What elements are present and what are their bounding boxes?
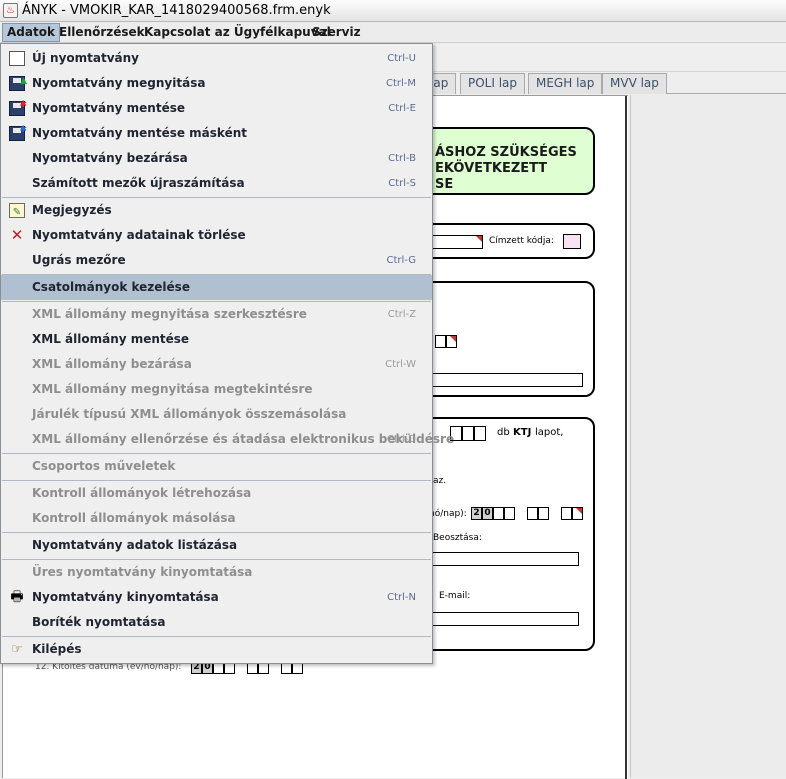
menu-bar: Adatok Ellenőrzések Kapcsolat az Ügyfélk… xyxy=(0,22,786,43)
tab-mvv-lap[interactable]: MVV lap xyxy=(602,73,667,94)
exit-hand-icon: ☞ xyxy=(11,642,23,657)
menu-item-open-form[interactable]: ▲ Nyomtatvány megnyitása Ctrl-M xyxy=(1,71,432,96)
position-field[interactable] xyxy=(425,552,579,566)
menu-item-close-form[interactable]: Nyomtatvány bezárása Ctrl-B xyxy=(1,146,432,171)
java-app-icon: ♨ xyxy=(3,3,18,18)
title-bar: ♨ ÁNYK - VMOKIR_KAR_1418029400568.frm.en… xyxy=(0,0,786,22)
menu-item-xml-check-submit[interactable]: XML állomány ellenőrzése és átadása elek… xyxy=(1,427,454,452)
menu-kapcsolat-ugyfelkapu[interactable]: Kapcsolat az Ügyfélkapuval xyxy=(140,23,335,42)
header-line-3: SE xyxy=(435,177,454,192)
menu-ellenorzesek[interactable]: Ellenőrzések xyxy=(55,23,149,42)
menu-item-exit[interactable]: ☞ Kilépés xyxy=(1,637,432,662)
menu-adatok[interactable]: Adatok xyxy=(2,23,60,42)
date-digit-cell[interactable]: 2 xyxy=(471,507,482,520)
menu-item-xml-save[interactable]: XML állomány mentése xyxy=(1,327,432,352)
delete-x-icon: ✕ xyxy=(10,226,24,244)
save-floppy-icon: ✱ xyxy=(9,100,27,116)
menu-item-print-form[interactable]: 🖶 Nyomtatvány kinyomtatása Ctrl-N xyxy=(1,585,432,610)
adatok-dropdown-menu: Új nyomtatvány Ctrl-U ▲ Nyomtatvány megn… xyxy=(0,43,454,664)
recipient-code-label: Címzett kódja: xyxy=(489,236,554,246)
menu-item-xml-merge[interactable]: Járulék típusú XML állományok összemásol… xyxy=(1,402,432,427)
menu-item-note[interactable]: ✎ Megjegyzés xyxy=(1,198,432,223)
date-digit-cell[interactable] xyxy=(538,507,549,520)
header-line-2: EKÖVETKEZETT xyxy=(435,161,548,176)
date-digit-cell[interactable] xyxy=(527,507,538,520)
menu-item-control-files-copy[interactable]: Kontroll állományok másolása xyxy=(1,506,432,531)
menu-szerviz[interactable]: Szerviz xyxy=(308,23,365,42)
open-floppy-icon: ▲ xyxy=(9,76,27,91)
right-side-panel xyxy=(630,95,786,778)
ktj-label: KTJ xyxy=(513,427,532,438)
ktj-count-cell[interactable] xyxy=(474,426,486,441)
tab-poli-lap[interactable]: POLI lap xyxy=(460,73,526,94)
menu-item-delete-form-data[interactable]: ✕ Nyomtatvány adatainak törlése xyxy=(1,223,432,248)
menu-item-print-envelope[interactable]: Boríték nyomtatása xyxy=(1,610,432,635)
email-label: E-mail: xyxy=(439,591,471,601)
email-field[interactable] xyxy=(425,612,579,626)
id-cell[interactable] xyxy=(435,335,446,348)
db-label: db xyxy=(497,427,510,438)
menu-item-new-form[interactable]: Új nyomtatvány Ctrl-U xyxy=(1,46,432,71)
ktj-count-cell[interactable] xyxy=(462,426,474,441)
date-digit-cell[interactable]: 0 xyxy=(482,507,493,520)
lapot-label: lapot, xyxy=(535,427,564,438)
printer-icon: 🖶 xyxy=(10,589,24,605)
menu-item-save-form[interactable]: ✱ Nyomtatvány mentése Ctrl-E xyxy=(1,96,432,121)
az-label: az. xyxy=(433,476,447,486)
id-cell[interactable] xyxy=(446,335,457,348)
header-line-1: ÁSHOZ SZÜKSÉGES xyxy=(435,145,577,160)
menu-item-recalculate-fields[interactable]: Számított mezők újraszámítása Ctrl-S xyxy=(1,171,432,196)
window-title: ÁNYK - VMOKIR_KAR_1418029400568.frm.enyk xyxy=(22,3,331,18)
menu-item-print-empty-form[interactable]: Üres nyomtatvány kinyomtatása xyxy=(1,560,432,585)
menu-item-xml-close[interactable]: XML állomány bezárása Ctrl-W xyxy=(1,352,432,377)
date-digit-cell[interactable] xyxy=(493,507,504,520)
menu-item-save-form-as[interactable]: ✱ Nyomtatvány mentése másként xyxy=(1,121,432,146)
date-digit-cell[interactable] xyxy=(572,507,583,520)
menu-item-go-to-field[interactable]: Ugrás mezőre Ctrl-G xyxy=(1,248,432,273)
recipient-code-cell[interactable] xyxy=(563,234,581,249)
position-label: Beosztása: xyxy=(433,533,482,543)
menu-item-xml-open-edit[interactable]: XML állomány megnyitása szerkesztésre Ct… xyxy=(1,302,432,327)
menu-item-control-files-create[interactable]: Kontroll állományok létrehozása xyxy=(1,481,432,506)
tab-megh-lap[interactable]: MEGH lap xyxy=(528,73,603,94)
menu-item-batch-operations[interactable]: Csoportos műveletek xyxy=(1,454,432,479)
date-digit-cell[interactable] xyxy=(561,507,572,520)
new-document-icon xyxy=(9,51,25,66)
date-label: hó/nap): xyxy=(429,509,467,519)
note-icon: ✎ xyxy=(9,203,25,218)
menu-item-list-form-data[interactable]: Nyomtatvány adatok listázása xyxy=(1,533,432,558)
menu-item-attachments[interactable]: Csatolmányok kezelése xyxy=(1,275,432,300)
menu-item-xml-open-view[interactable]: XML állomány megnyitása megtekintésre xyxy=(1,377,432,402)
save-as-floppy-icon: ✱ xyxy=(9,125,27,141)
date-digit-cell[interactable] xyxy=(504,507,515,520)
recipient-field[interactable] xyxy=(425,235,483,249)
name-field[interactable] xyxy=(425,373,583,387)
